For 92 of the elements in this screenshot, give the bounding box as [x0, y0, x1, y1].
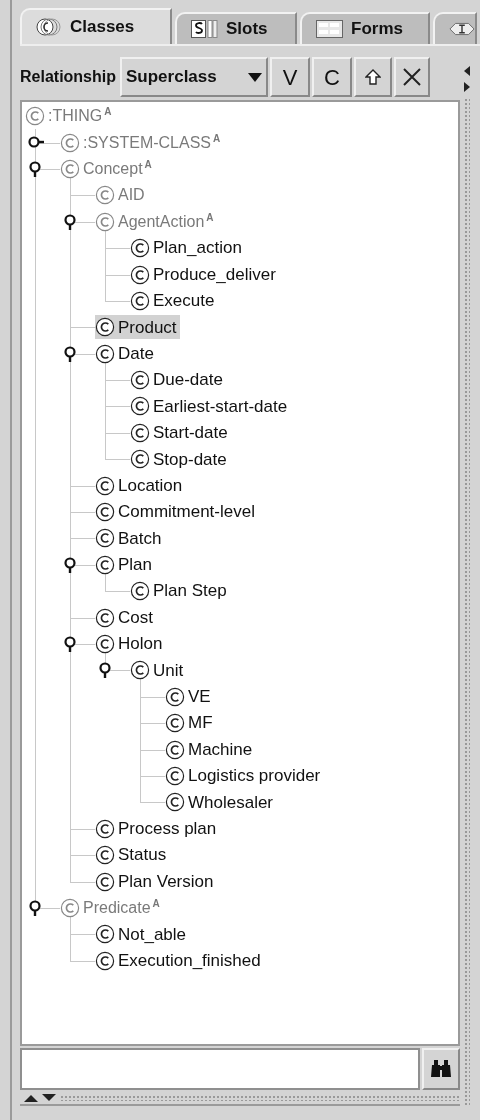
- close-icon: [402, 67, 422, 87]
- tree-item[interactable]: Produce_deliver: [130, 262, 279, 287]
- class-icon: [95, 185, 115, 206]
- tree-item[interactable]: Earliest-start-date: [130, 394, 291, 419]
- tree-item[interactable]: Due-date: [130, 368, 226, 393]
- tree-item[interactable]: Batch: [95, 526, 165, 551]
- find-button[interactable]: [422, 1048, 460, 1090]
- class-icon: [95, 924, 115, 945]
- class-icon: [165, 739, 185, 760]
- class-icon: [95, 528, 115, 549]
- class-icon: [165, 765, 185, 786]
- tree-item[interactable]: Location: [95, 473, 186, 498]
- delete-button[interactable]: [394, 57, 430, 97]
- abstract-label: A: [152, 896, 160, 911]
- abstract-label: A: [144, 157, 152, 172]
- forms-icon: [316, 19, 343, 39]
- slots-icon: [191, 19, 218, 39]
- tree-item[interactable]: Plan: [95, 552, 156, 577]
- class-icon: [95, 634, 115, 654]
- tree-item[interactable]: AID: [95, 183, 148, 208]
- caret-icon: [248, 72, 262, 82]
- tab[interactable]: [433, 12, 477, 44]
- tree-item[interactable]: Cost: [95, 605, 156, 630]
- splitter-handle[interactable]: [464, 98, 470, 1106]
- move-up-button[interactable]: [354, 57, 392, 97]
- abstract-label: A: [104, 105, 112, 120]
- tree-item[interactable]: Unit: [130, 658, 187, 683]
- class-icon: [130, 290, 150, 311]
- splitter-handle[interactable]: [60, 1095, 460, 1101]
- right-arrow-icon[interactable]: [464, 82, 470, 92]
- tab[interactable]: Forms: [300, 12, 430, 44]
- class-icon: [165, 713, 185, 734]
- tree-item[interactable]: Holon: [95, 632, 166, 656]
- class-icon: [95, 818, 115, 839]
- tree-item[interactable]: Wholesaler: [165, 790, 277, 815]
- tree-item[interactable]: MF: [165, 711, 216, 736]
- class-icon: [95, 845, 115, 866]
- toolbar-button[interactable]: V: [270, 57, 310, 97]
- class-icon: [25, 106, 45, 127]
- class-icon: [130, 238, 150, 259]
- toolbar-button[interactable]: C: [312, 57, 352, 97]
- class-icon: [95, 317, 115, 338]
- tree-item[interactable]: Logistics provider: [165, 763, 324, 788]
- class-icon: [95, 607, 115, 628]
- class-icon: [130, 396, 150, 417]
- class-icon: [60, 132, 80, 153]
- tab[interactable]: Classes: [20, 8, 172, 44]
- tree-item[interactable]: Plan_action: [130, 236, 245, 261]
- relationship-dropdown[interactable]: Superclass: [120, 57, 268, 97]
- tree-item[interactable]: Machine: [165, 737, 256, 762]
- class-icon: [130, 422, 150, 443]
- up-arrow-icon: [365, 69, 381, 85]
- class-icon: [130, 581, 150, 602]
- down-arrow-icon[interactable]: [42, 1094, 56, 1102]
- up-arrow-icon[interactable]: [24, 1094, 38, 1102]
- class-icon: [60, 158, 80, 179]
- class-icon: [60, 897, 80, 918]
- abstract-label: A: [206, 210, 214, 225]
- relationship-label: Relationship: [20, 67, 116, 87]
- tree-item[interactable]: Plan Step: [130, 579, 230, 604]
- abstract-label: A: [213, 131, 221, 146]
- tree-item[interactable]: Not_able: [95, 922, 190, 947]
- class-icon: [165, 792, 185, 813]
- class-icon: [165, 686, 185, 707]
- class-icon: [95, 950, 115, 971]
- tree-item[interactable]: VE: [165, 684, 214, 709]
- class-icon: [130, 660, 150, 681]
- class-icon: [95, 554, 115, 575]
- class-icon: [95, 871, 115, 892]
- class-icon: [95, 475, 115, 496]
- class-icon: [95, 211, 115, 232]
- class-icon: [130, 264, 150, 285]
- tree-item[interactable]: Start-date: [130, 420, 231, 445]
- tree-item[interactable]: Date: [95, 341, 157, 366]
- class-icon: [95, 502, 115, 523]
- tree-item[interactable]: Execute: [130, 288, 218, 313]
- class-icon: [130, 449, 150, 470]
- binoculars-icon: [430, 1059, 452, 1079]
- tree-item[interactable]: Plan Version: [95, 869, 217, 894]
- tree-item[interactable]: Stop-date: [130, 447, 230, 472]
- tree-item[interactable]: Execution_finished: [95, 948, 264, 973]
- tab[interactable]: Slots: [175, 12, 297, 44]
- class-tree[interactable]: [20, 100, 460, 1046]
- search-field[interactable]: [20, 1048, 420, 1090]
- class-icon: [130, 370, 150, 391]
- tree-item[interactable]: Process plan: [95, 816, 220, 841]
- tree-item[interactable]: Status: [95, 843, 170, 868]
- classes-icon: [36, 17, 62, 37]
- class-icon: [95, 343, 115, 364]
- tree-item[interactable]: Commitment-level: [95, 500, 258, 525]
- tree-item[interactable]: Product: [95, 315, 180, 340]
- left-arrow-icon[interactable]: [464, 66, 470, 76]
